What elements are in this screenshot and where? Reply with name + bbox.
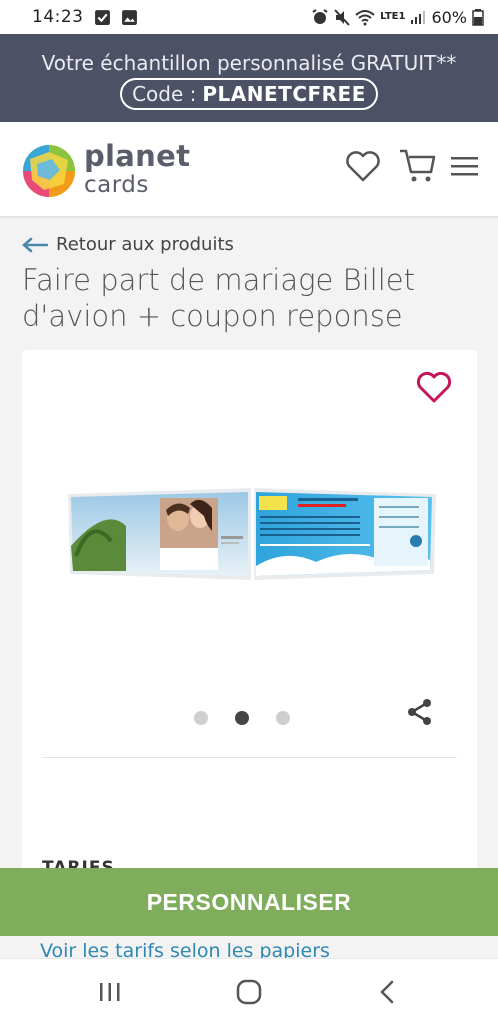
carousel-dot-3[interactable] [276,711,290,725]
status-right: LTE1 60% [311,8,484,27]
carousel-dot-1[interactable] [194,711,208,725]
carousel-dots [194,711,290,725]
card-divider [42,757,457,758]
personnaliser-button[interactable]: PERSONNALISER [0,868,498,936]
system-nav-bar [0,958,498,1024]
mute-icon [334,8,350,26]
promo-code-label: Code : [132,82,197,106]
battery-icon [472,8,484,26]
planet-logo-icon[interactable] [22,144,76,198]
promo-banner[interactable]: Votre échantillon personnalisé GRATUIT**… [0,34,498,122]
product-card: TARIFS [22,350,477,910]
share-icon[interactable] [406,698,434,726]
back-label: Retour aux produits [56,234,234,255]
recent-apps-icon[interactable] [98,979,122,1005]
promo-code-pill: Code : PLANETCFREE [120,78,378,110]
wifi-icon [355,9,375,25]
site-header: planet cards [0,122,498,218]
arrow-left-icon [22,237,48,252]
alarm-icon [312,8,328,24]
product-image[interactable] [66,486,438,584]
image-notification-icon [121,9,137,25]
status-bar: 14:23 LTE1 60% [0,0,498,34]
wishlist-heart-icon[interactable] [345,150,381,182]
back-nav-icon[interactable] [377,979,397,1005]
signal-icon [411,11,426,24]
home-icon[interactable] [235,979,263,1005]
brand-line-1: planet [84,139,191,173]
favorite-heart-icon[interactable] [416,372,452,404]
product-title: Faire part de mariage Billet d'avion + c… [22,263,415,333]
carousel-dot-2[interactable] [235,711,249,725]
brand-logo-text[interactable]: planet cards [84,140,190,198]
promo-code-value: PLANETCFREE [202,82,366,106]
brand-line-2: cards [84,172,149,198]
network-label: LTE1 [380,11,406,22]
back-to-products-link[interactable]: Retour aux produits [22,234,234,255]
promo-text: Votre échantillon personnalisé GRATUIT** [41,51,457,75]
cart-icon[interactable] [398,146,438,186]
checkbox-notification-icon [94,9,110,25]
battery-percent: 60% [431,7,467,27]
status-time: 14:23 [32,7,84,27]
menu-hamburger-icon[interactable] [451,156,478,176]
